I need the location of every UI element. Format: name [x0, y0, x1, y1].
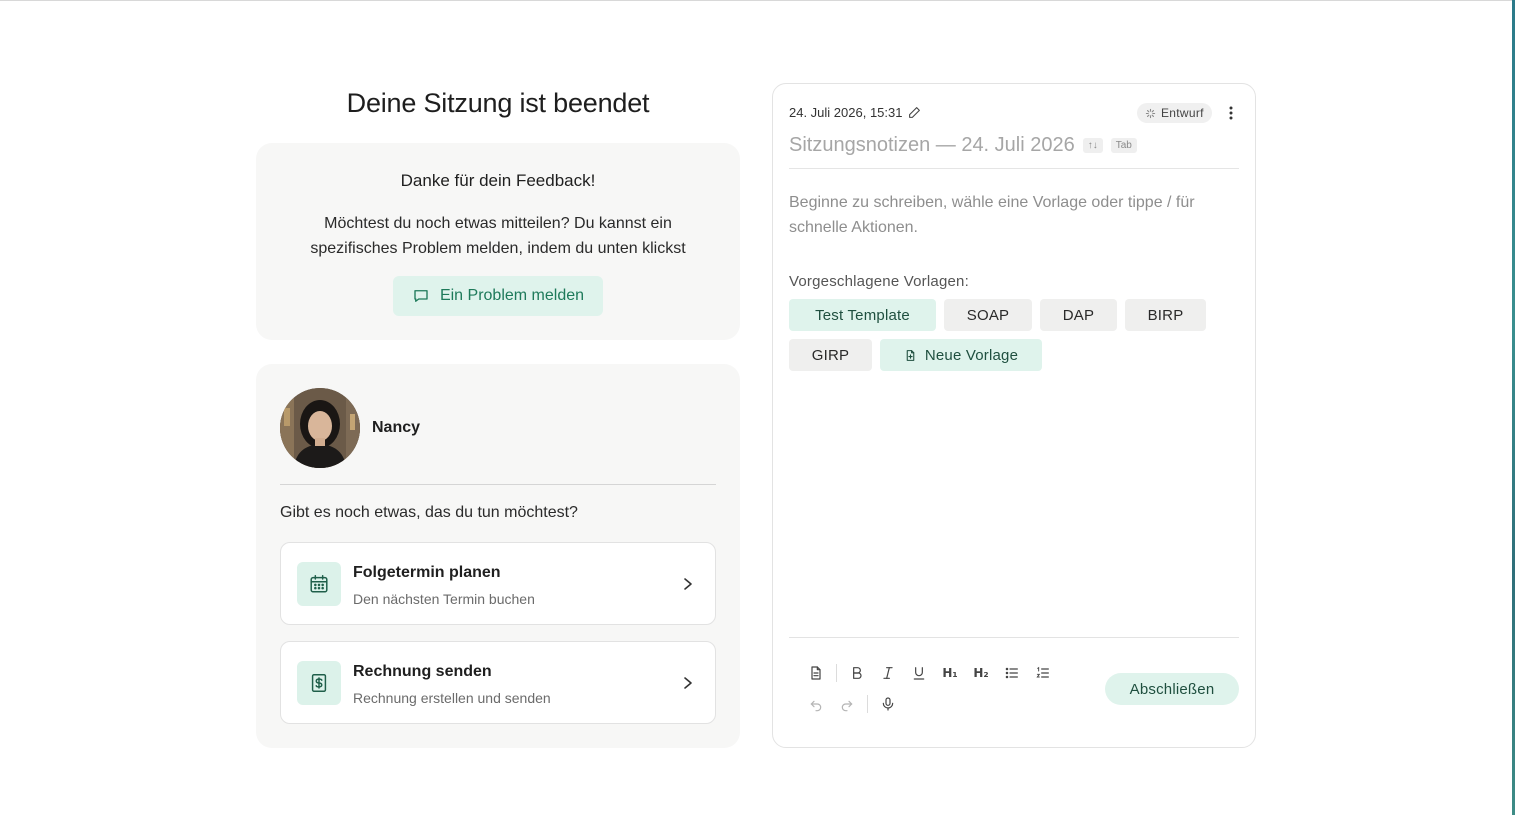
- feedback-title: Danke für dein Feedback!: [400, 171, 596, 190]
- heading-2-button[interactable]: H₂: [970, 662, 992, 684]
- pencil-icon[interactable]: [908, 106, 921, 119]
- session-summary: Deine Sitzung ist beendet Danke für dein…: [256, 84, 740, 748]
- new-template-label: Neue Vorlage: [924, 346, 1019, 364]
- report-problem-button[interactable]: Ein Problem melden: [393, 276, 603, 316]
- more-options-button[interactable]: [1221, 102, 1241, 124]
- chevron-right-icon: [684, 578, 692, 590]
- italic-icon: [883, 667, 893, 679]
- toolbar-separator: [867, 695, 868, 713]
- undo-icon: [810, 700, 822, 712]
- template-chip-birp[interactable]: BIRP: [1125, 299, 1206, 331]
- heading-1-button[interactable]: H₁: [939, 662, 961, 684]
- bold-icon: [853, 667, 862, 679]
- finish-button[interactable]: Abschließen: [1105, 673, 1239, 705]
- next-steps-question: Gibt es noch etwas, das du tun möchtest?: [280, 504, 578, 521]
- document-icon: [811, 666, 821, 680]
- divider: [280, 484, 716, 485]
- note-title-input[interactable]: Sitzungsnotizen — 24. Juli 2026: [789, 134, 1075, 157]
- h1-label: H₁: [942, 666, 958, 680]
- tab-key-hint: Tab: [1110, 138, 1137, 153]
- dictation-button[interactable]: [877, 693, 899, 715]
- numbered-list-icon: [1036, 666, 1049, 678]
- action-title: Rechnung senden: [353, 663, 492, 680]
- status-badge: Entwurf: [1137, 103, 1212, 123]
- arrow-keys-hint: ↑↓: [1082, 138, 1103, 153]
- bullet-list-icon: [1005, 667, 1018, 679]
- bold-button[interactable]: [846, 662, 868, 684]
- new-template-button[interactable]: Neue Vorlage: [880, 339, 1042, 371]
- numbered-list-button[interactable]: [1032, 662, 1054, 684]
- document-button[interactable]: [805, 662, 827, 684]
- toolbar-separator: [836, 664, 837, 682]
- status-badge-label: Entwurf: [1161, 106, 1204, 120]
- templates-label: Vorgeschlagene Vorlagen:: [789, 273, 969, 290]
- note-date-text: 24. Juli 2026, 15:31: [789, 105, 903, 120]
- schedule-followup-button[interactable]: Folgetermin planen Den nächsten Termin b…: [280, 542, 716, 625]
- redo-button[interactable]: [836, 693, 858, 715]
- microphone-icon: [882, 697, 894, 711]
- italic-button[interactable]: [877, 662, 899, 684]
- undo-button[interactable]: [805, 693, 827, 715]
- calendar-icon: [297, 562, 341, 606]
- template-chip-dap[interactable]: DAP: [1040, 299, 1117, 331]
- client-name: Nancy: [372, 419, 421, 436]
- underline-icon: [913, 667, 925, 680]
- underline-button[interactable]: [908, 662, 930, 684]
- feedback-text: Möchtest du noch etwas mitteilen? Du kan…: [310, 215, 686, 257]
- title-divider: [789, 168, 1239, 169]
- client-card: Nancy Gibt es noch etwas, das du tun möc…: [256, 364, 740, 748]
- invoice-icon: [297, 661, 341, 705]
- loader-icon: [1145, 108, 1156, 118]
- bullet-list-button[interactable]: [1001, 662, 1023, 684]
- file-plus-icon: [906, 349, 915, 361]
- feedback-card: Danke für dein Feedback! Möchtest du noc…: [256, 143, 740, 340]
- chat-bubble-icon: [414, 290, 428, 302]
- action-title: Folgetermin planen: [353, 564, 501, 581]
- session-notes-editor: 24. Juli 2026, 15:31 Entwurf Sitzungsnot…: [772, 83, 1256, 748]
- more-vertical-icon: [1229, 106, 1233, 120]
- chevron-right-icon: [684, 677, 692, 689]
- avatar: [280, 388, 360, 468]
- top-border: [0, 0, 1512, 1]
- note-date[interactable]: 24. Juli 2026, 15:31: [789, 105, 921, 120]
- note-title-row: Sitzungsnotizen — 24. Juli 2026 ↑↓ Tab: [789, 134, 1137, 157]
- action-subtitle: Den nächsten Termin buchen: [353, 591, 535, 607]
- note-body-placeholder[interactable]: Beginne zu schreiben, wähle eine Vorlage…: [789, 190, 1229, 240]
- send-invoice-button[interactable]: Rechnung senden Rechnung erstellen und s…: [280, 641, 716, 724]
- page-title: Deine Sitzung ist beendet: [346, 88, 650, 118]
- action-subtitle: Rechnung erstellen und senden: [353, 690, 551, 706]
- template-chip-girp[interactable]: GIRP: [789, 339, 872, 371]
- redo-icon: [841, 700, 853, 712]
- template-chip-test[interactable]: Test Template: [789, 299, 936, 331]
- template-chip-soap[interactable]: SOAP: [944, 299, 1032, 331]
- toolbar-divider: [789, 637, 1239, 638]
- h2-label: H₂: [973, 666, 989, 680]
- report-problem-label: Ein Problem melden: [439, 287, 585, 304]
